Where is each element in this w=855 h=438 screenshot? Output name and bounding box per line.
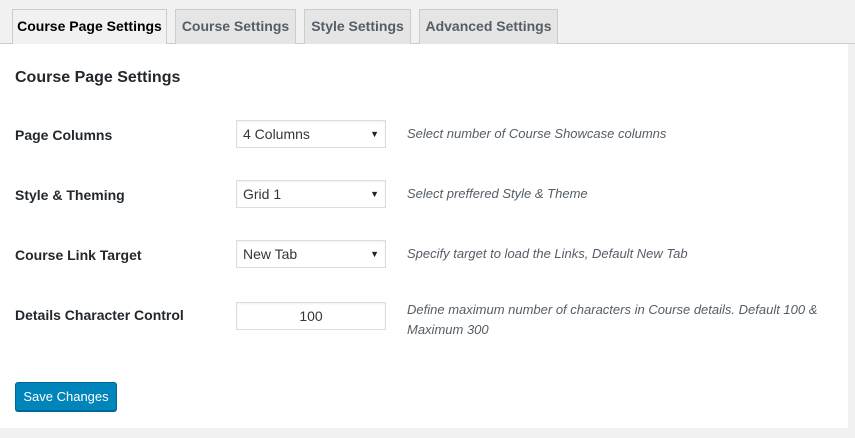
page-columns-description: Select number of Course Showcase columns [407,126,667,141]
settings-panel: Course Page Settings Page Columns 4 Colu… [0,44,848,428]
settings-tab-bar: Course Page Settings Course Settings Sty… [0,0,855,45]
details-character-control-input[interactable] [236,302,386,330]
course-link-target-select[interactable]: New Tab ▼ [236,240,386,268]
course-link-target-description: Specify target to load the Links, Defaul… [407,246,688,261]
details-character-control-description: Define maximum number of characters in C… [407,302,818,337]
details-character-control-label: Details Character Control [15,307,184,323]
style-theming-value: Grid 1 [243,186,282,202]
chevron-down-icon: ▼ [370,129,379,139]
style-theming-label: Style & Theming [15,187,125,203]
style-theming-description: Select preffered Style & Theme [407,186,588,201]
style-theming-select[interactable]: Grid 1 ▼ [236,180,386,208]
course-link-target-value: New Tab [243,246,298,262]
page-columns-label: Page Columns [15,127,113,143]
save-changes-button[interactable]: Save Changes [15,382,117,411]
tab-course-settings[interactable]: Course Settings [175,9,296,44]
page-columns-value: 4 Columns [243,126,310,142]
tab-advanced-settings[interactable]: Advanced Settings [419,9,558,44]
course-link-target-label: Course Link Target [15,247,142,263]
panel-title: Course Page Settings [15,69,181,86]
tab-course-page-settings[interactable]: Course Page Settings [12,9,167,45]
page-columns-select[interactable]: 4 Columns ▼ [236,120,386,148]
chevron-down-icon: ▼ [370,189,379,199]
chevron-down-icon: ▼ [370,249,379,259]
tab-style-settings[interactable]: Style Settings [304,9,411,44]
